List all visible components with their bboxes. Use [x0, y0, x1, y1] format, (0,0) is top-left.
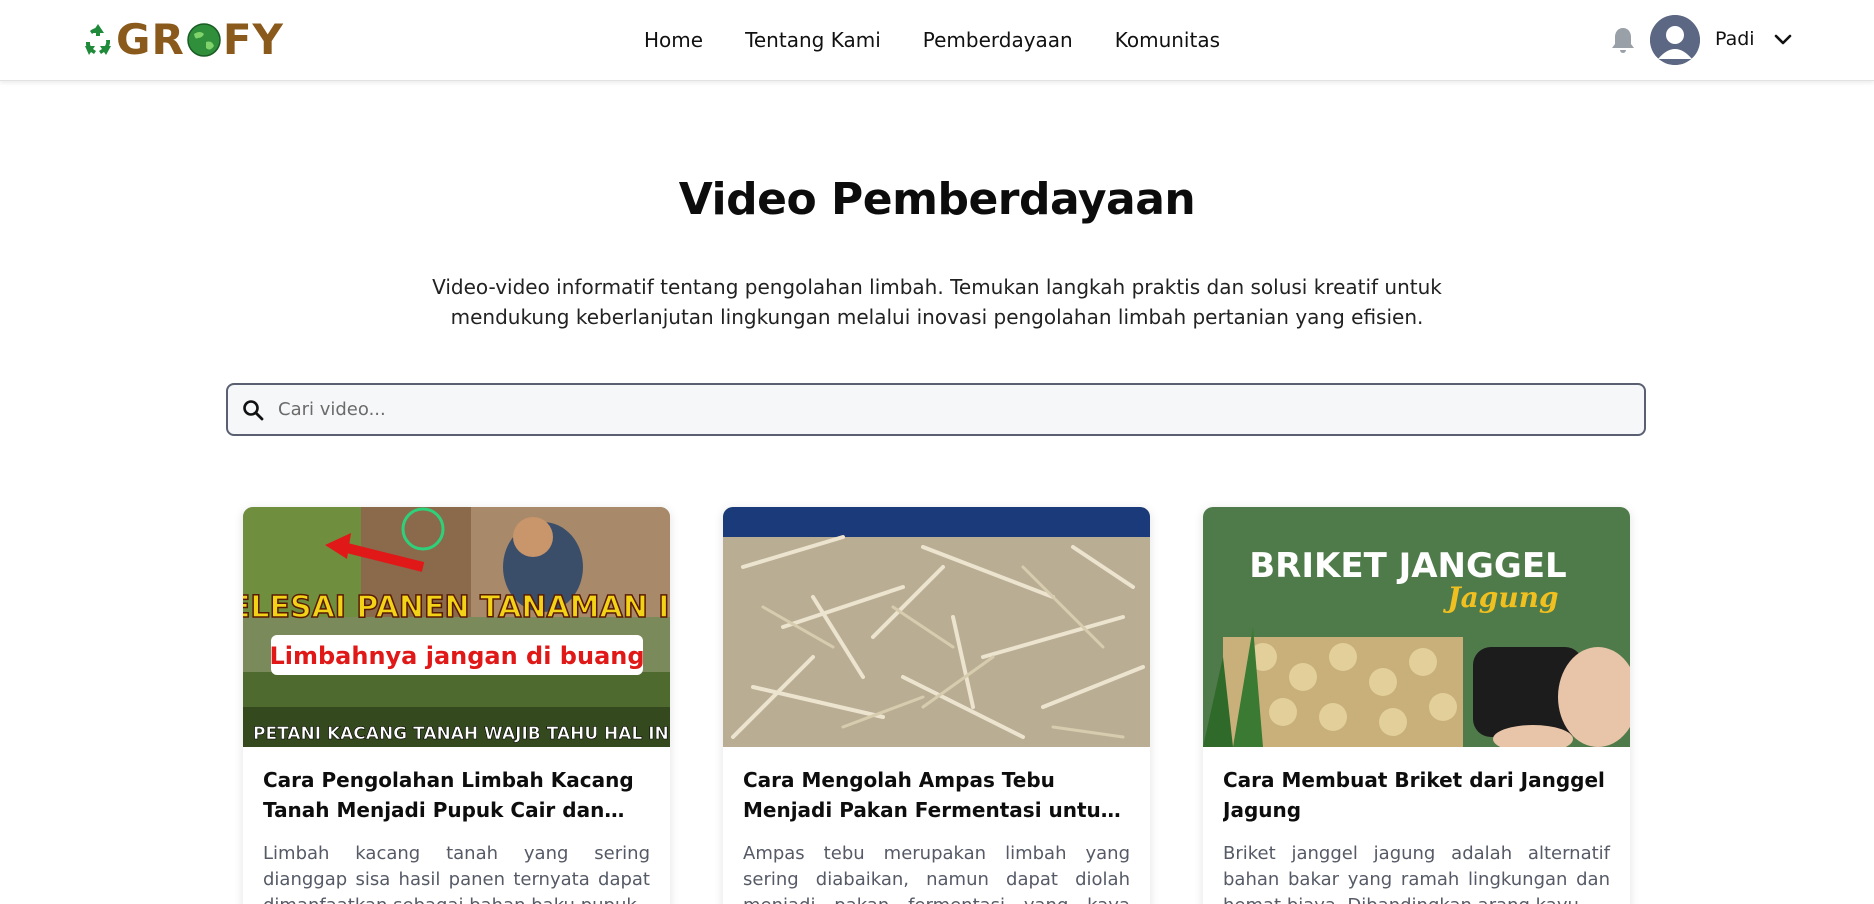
globe-icon [187, 23, 221, 57]
search-input[interactable] [278, 391, 1628, 428]
nav-komunitas-link[interactable]: Komunitas [1115, 26, 1220, 54]
video-thumbnail[interactable]: SELESAI PANEN TANAMAN INI Limbahnya jang… [243, 507, 670, 747]
thumb-headline: BRIKET JANGGEL [1249, 546, 1566, 586]
video-description: Briket janggel jagung adalah alternatif … [1223, 843, 1610, 904]
search-bar [226, 383, 1646, 436]
video-card[interactable]: Cara Mengolah Ampas Tebu Menjadi Pakan F… [723, 507, 1150, 904]
search-icon [243, 400, 264, 421]
video-thumbnail[interactable] [723, 507, 1150, 747]
user-avatar[interactable] [1650, 15, 1700, 65]
thumb-headline: SELESAI PANEN TANAMAN INI [243, 590, 670, 625]
thumb-subheadline: Limbahnya jangan di buang [269, 642, 644, 670]
video-thumbnail[interactable]: BRIKET JANGGEL Jagung [1203, 507, 1630, 747]
user-name[interactable]: Padi [1715, 26, 1755, 52]
video-description: Ampas tebu merupakan limbah yang sering … [743, 843, 1130, 904]
video-card[interactable]: SELESAI PANEN TANAMAN INI Limbahnya jang… [243, 507, 670, 904]
video-title[interactable]: Cara Mengolah Ampas Tebu Menjadi Pakan F… [743, 765, 1130, 825]
top-navbar: GR FY Home Tentang Kami Pemberdayaan Kom… [0, 0, 1874, 81]
thumb-footer: PETANI KACANG TANAH WAJIB TAHU HAL INI..… [253, 724, 670, 744]
logo-wordmark: GR FY [116, 15, 284, 64]
page-title: Video Pemberdayaan [678, 174, 1196, 225]
page-subtitle: Video-video informatif tentang pengolaha… [432, 275, 1442, 329]
video-description: Limbah kacang tanah yang sering dianggap… [263, 843, 650, 904]
avatar-person-icon [1650, 15, 1700, 65]
nav-home-link[interactable]: Home [644, 26, 703, 54]
chevron-down-icon[interactable] [1772, 28, 1794, 50]
nav-tentang-kami-link[interactable]: Tentang Kami [745, 26, 881, 54]
thumb-script: Jagung [1442, 581, 1558, 614]
brand-logo[interactable]: GR FY [80, 18, 284, 62]
video-title[interactable]: Cara Membuat Briket dari Janggel Jagung [1223, 765, 1610, 825]
video-card[interactable]: BRIKET JANGGEL Jagung Cara Membuat Brike… [1203, 507, 1630, 904]
video-title[interactable]: Cara Pengolahan Limbah Kacang Tanah Menj… [263, 765, 650, 825]
nav-pemberdayaan-link[interactable]: Pemberdayaan [923, 26, 1073, 54]
main-nav: Home Tentang Kami Pemberdayaan Komunitas [644, 26, 1220, 54]
recycle-icon [85, 24, 111, 55]
bell-icon[interactable] [1610, 26, 1636, 54]
